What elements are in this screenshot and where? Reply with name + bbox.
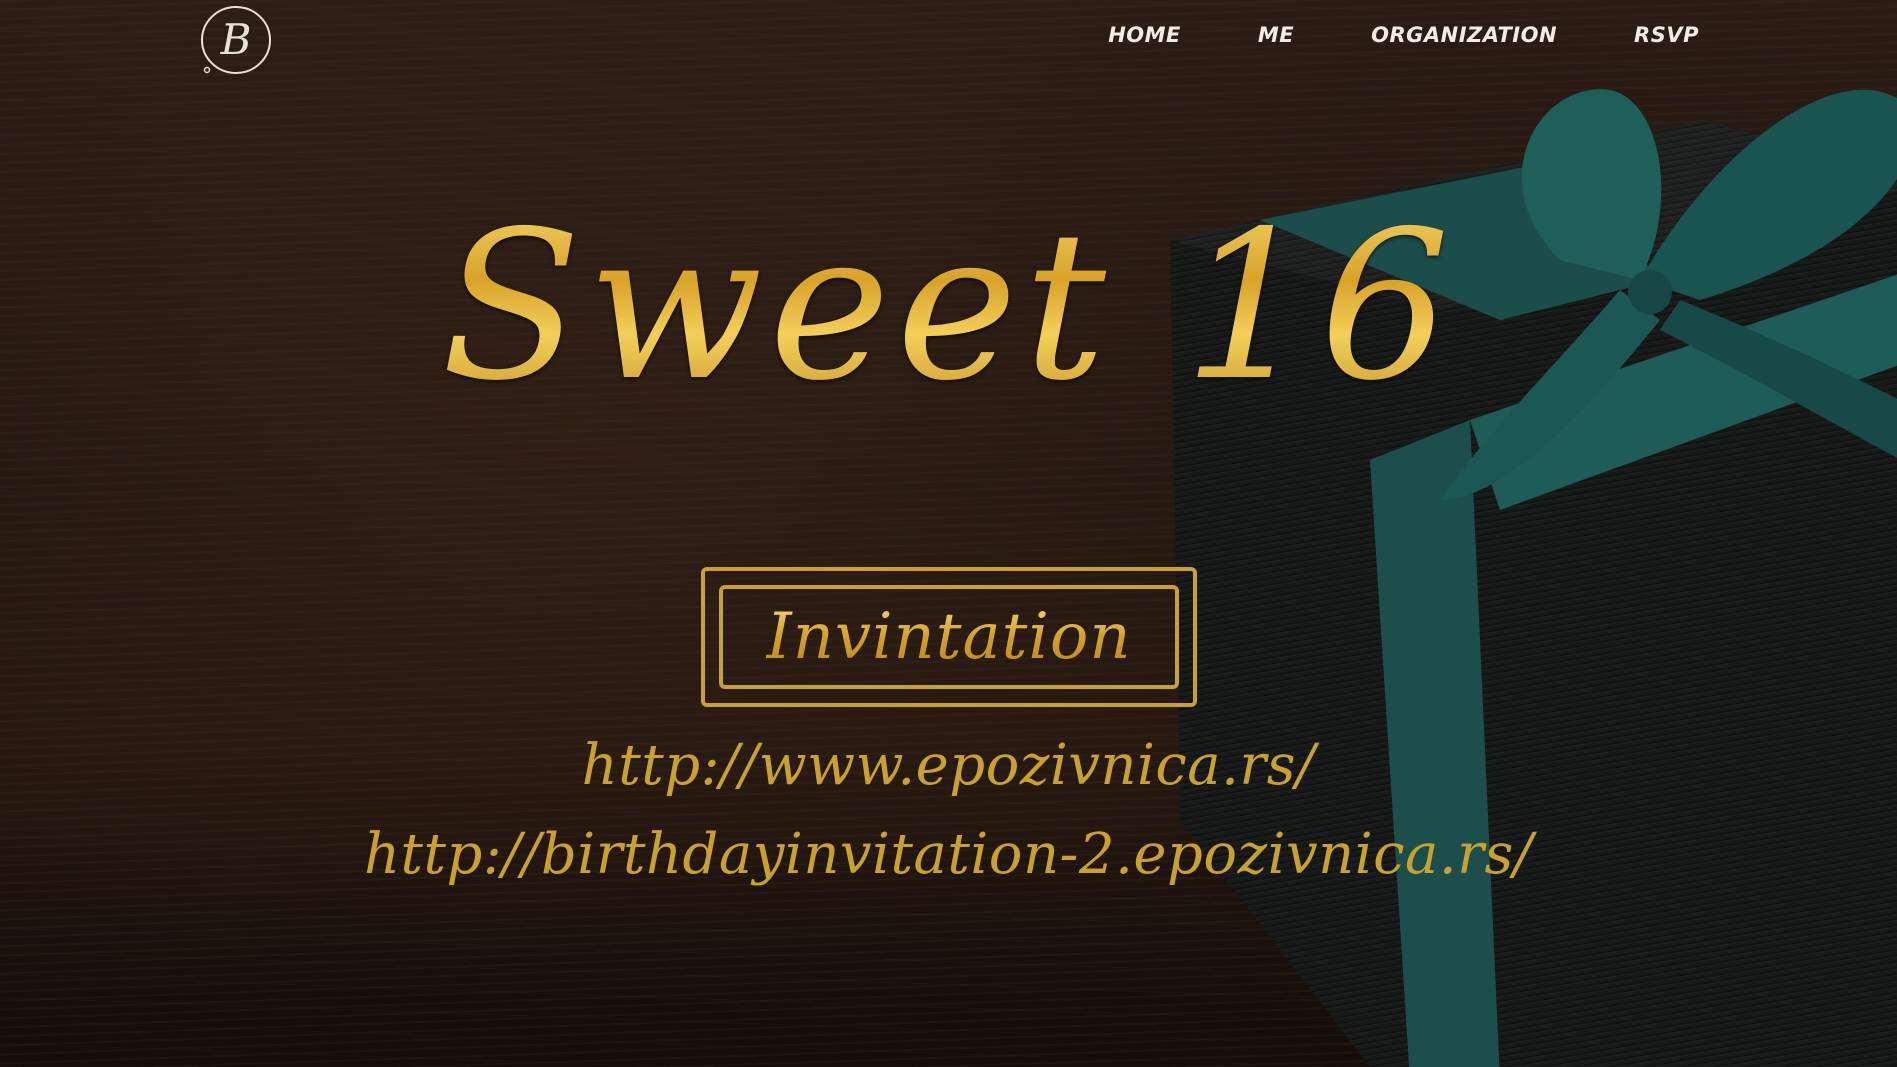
monogram-b-logo[interactable]: B [198, 2, 274, 78]
site-link-birthdayinvitation[interactable]: http://birthdayinvitation-2.epozivnica.r… [0, 820, 1897, 890]
page: B HOME ME ORGANIZATION RSVP Sweet 16 Inv… [0, 0, 1897, 1067]
svg-text:B: B [220, 15, 252, 64]
nav-item-home[interactable]: HOME [1108, 18, 1181, 52]
nav-item-organization[interactable]: ORGANIZATION [1371, 18, 1557, 52]
hero-title: Sweet 16 [0, 172, 1897, 442]
invitation-button-frame: Invintation [719, 585, 1179, 689]
site-link-epozivnica[interactable]: http://www.epozivnica.rs/ [0, 731, 1897, 801]
nav-item-me[interactable]: ME [1258, 18, 1294, 52]
main-nav: HOME ME ORGANIZATION RSVP [1108, 18, 1699, 52]
invitation-button[interactable]: Invintation [701, 567, 1197, 707]
invitation-button-label: Invintation [766, 597, 1131, 677]
nav-item-rsvp[interactable]: RSVP [1634, 18, 1699, 52]
